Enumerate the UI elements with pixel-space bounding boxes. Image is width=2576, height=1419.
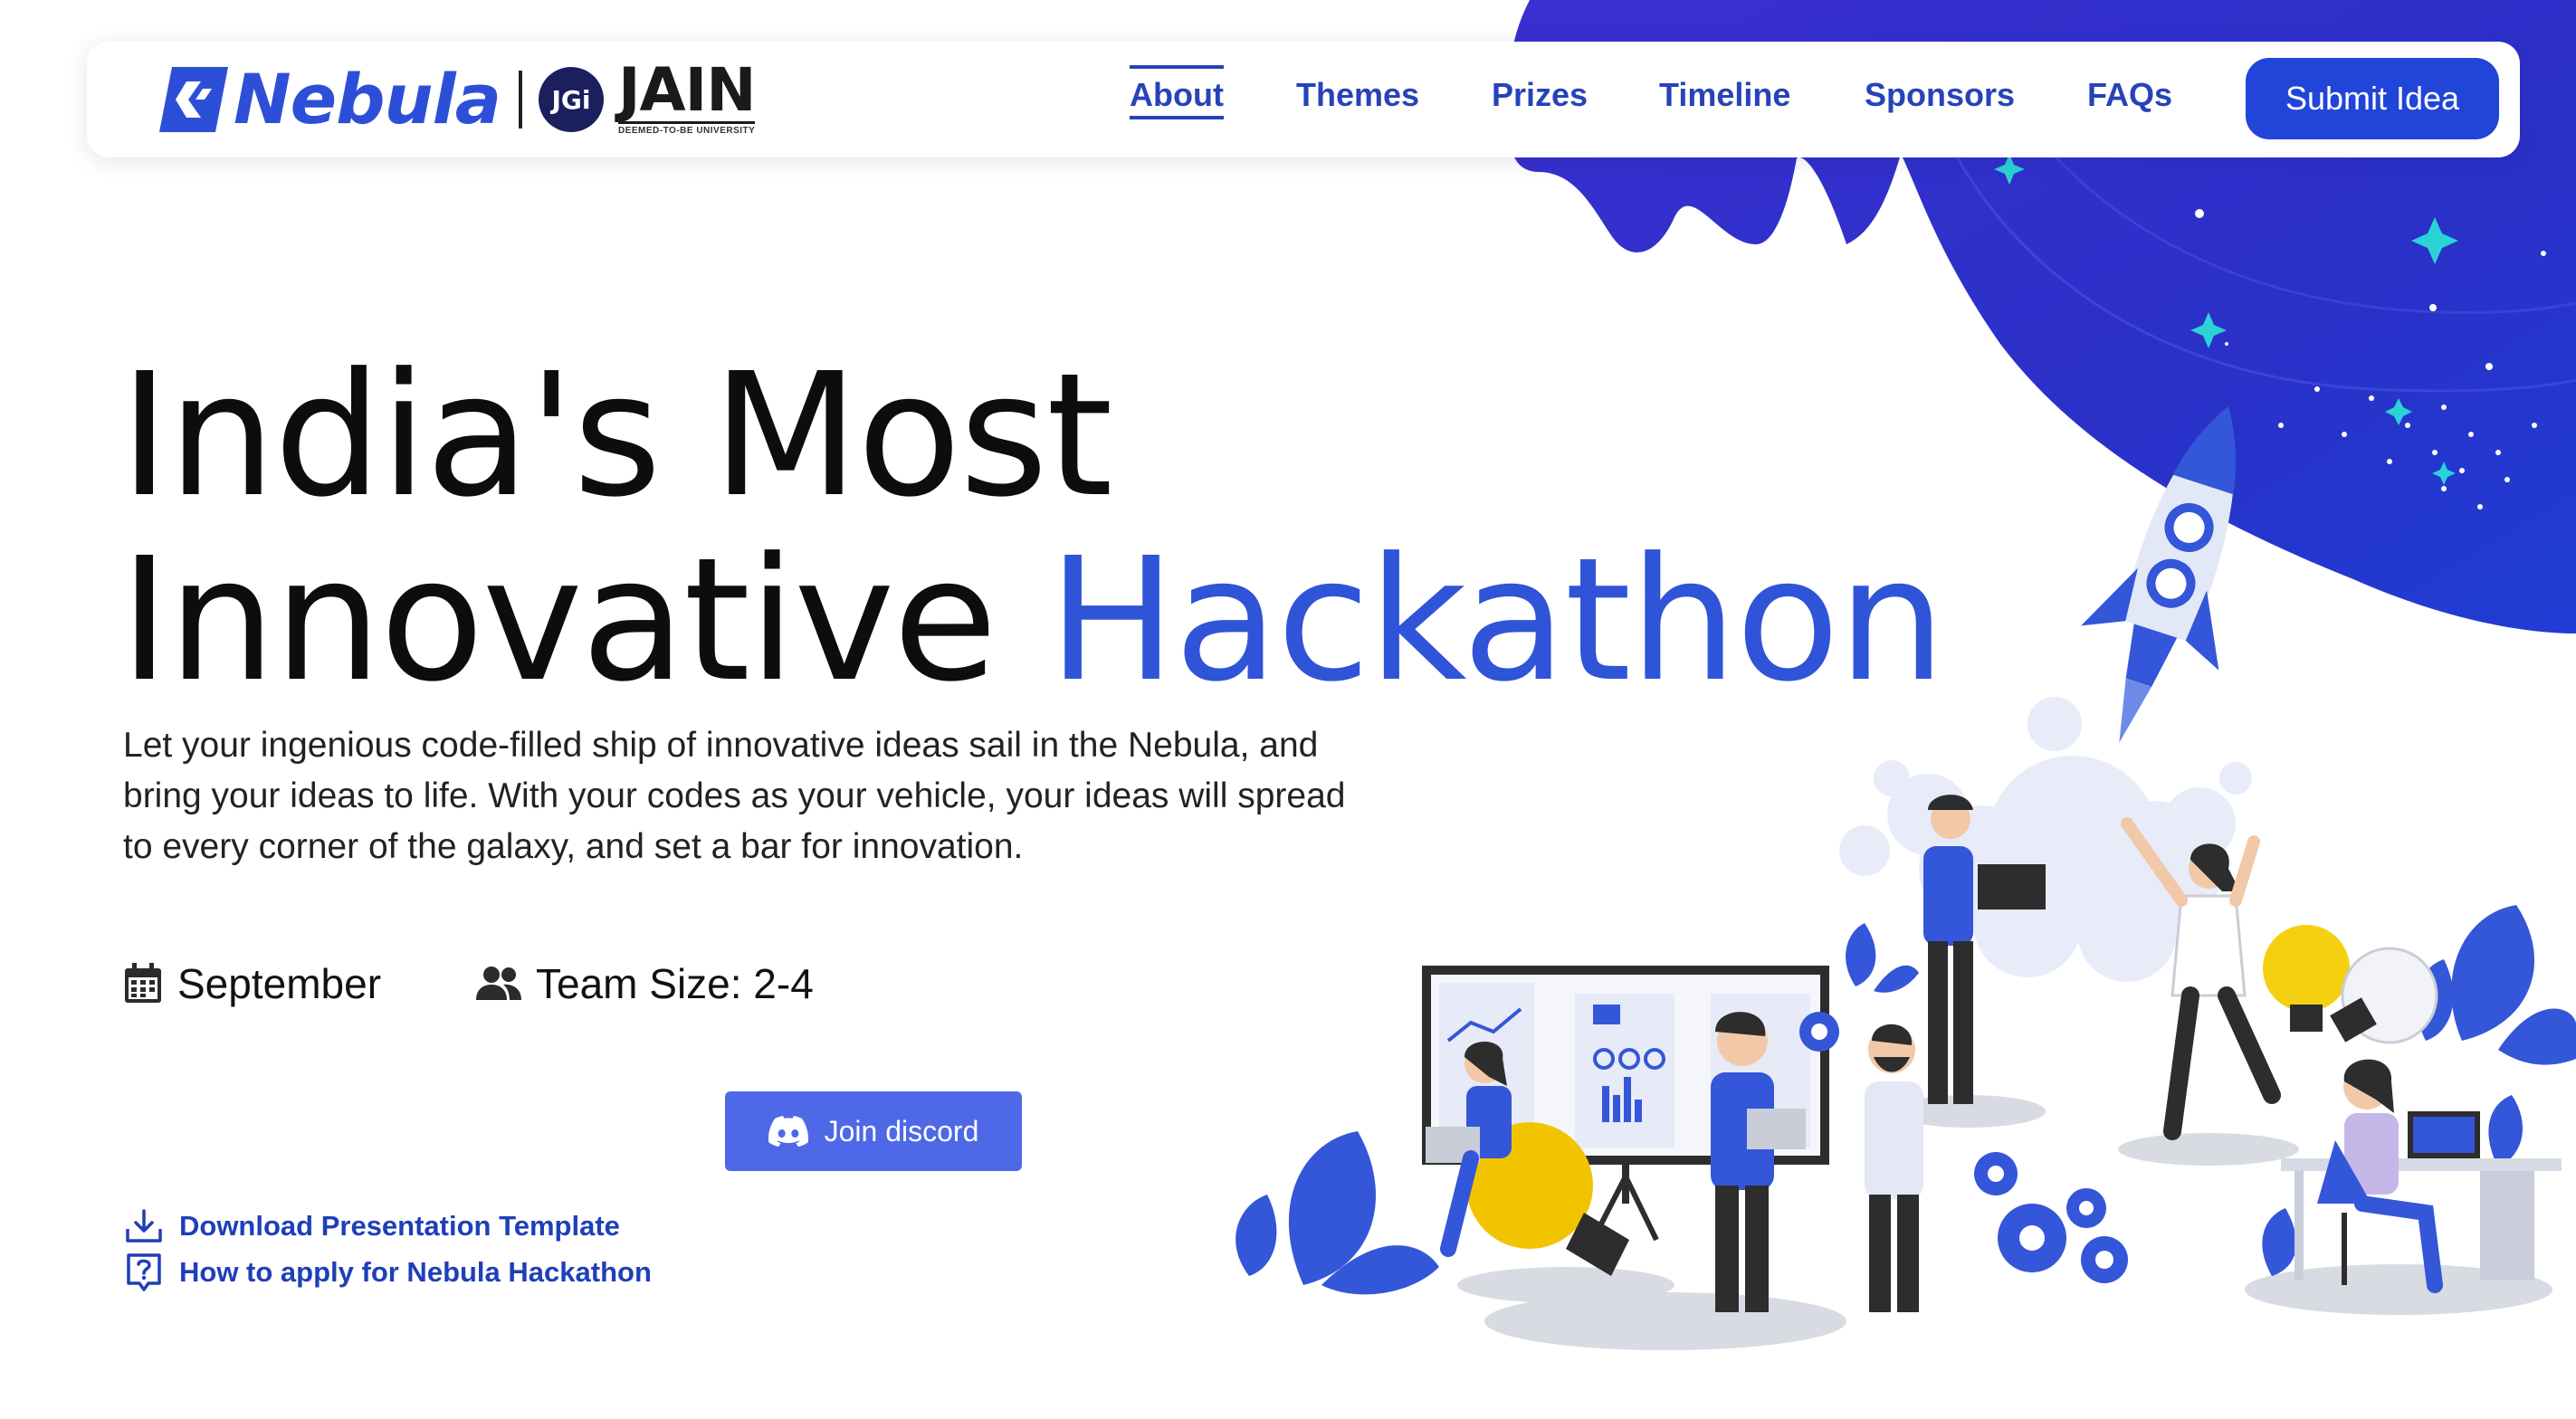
- join-discord-label: Join discord: [824, 1114, 979, 1148]
- team-size: Team Size: 2-4: [476, 959, 814, 1008]
- download-icon: [126, 1209, 162, 1243]
- discord-icon: [768, 1116, 808, 1147]
- nav-timeline[interactable]: Timeline: [1659, 76, 1790, 114]
- person-at-desk: [2317, 1059, 2443, 1293]
- headline-line-1: India's Most: [119, 337, 1113, 535]
- rocket: [2081, 406, 2237, 743]
- nav-about[interactable]: About: [1130, 65, 1224, 119]
- nav-faqs[interactable]: FAQs: [2087, 76, 2172, 114]
- team-size-text: Team Size: 2-4: [536, 960, 814, 1007]
- submit-idea-button[interactable]: Submit Idea: [2246, 58, 2499, 139]
- event-date: September: [123, 959, 381, 1008]
- calendar-icon: [125, 963, 161, 1003]
- gears: [1974, 1152, 2128, 1283]
- how-to-apply-label: How to apply for Nebula Hackathon: [179, 1256, 652, 1288]
- headline-line-2: Innovative: [119, 521, 1048, 719]
- hackathon-team-illustration: [1236, 406, 2576, 1350]
- team-icon: [476, 967, 521, 1000]
- download-template-label: Download Presentation Template: [179, 1210, 620, 1242]
- nav-prizes[interactable]: Prizes: [1492, 76, 1588, 114]
- question-icon: [127, 1253, 161, 1291]
- how-to-apply-link[interactable]: How to apply for Nebula Hackathon: [125, 1252, 652, 1292]
- nav-links: About Themes Prizes Timeline Sponsors FA…: [87, 42, 2520, 157]
- navbar: Nebula JGi JAIN DEEMED-TO-BE UNIVERSITY …: [87, 42, 2520, 157]
- nav-themes[interactable]: Themes: [1296, 76, 1419, 114]
- join-discord-button[interactable]: Join discord: [725, 1091, 1022, 1171]
- event-date-text: September: [177, 960, 382, 1007]
- download-template-link[interactable]: Download Presentation Template: [125, 1209, 620, 1243]
- nav-sponsors[interactable]: Sponsors: [1865, 76, 2015, 114]
